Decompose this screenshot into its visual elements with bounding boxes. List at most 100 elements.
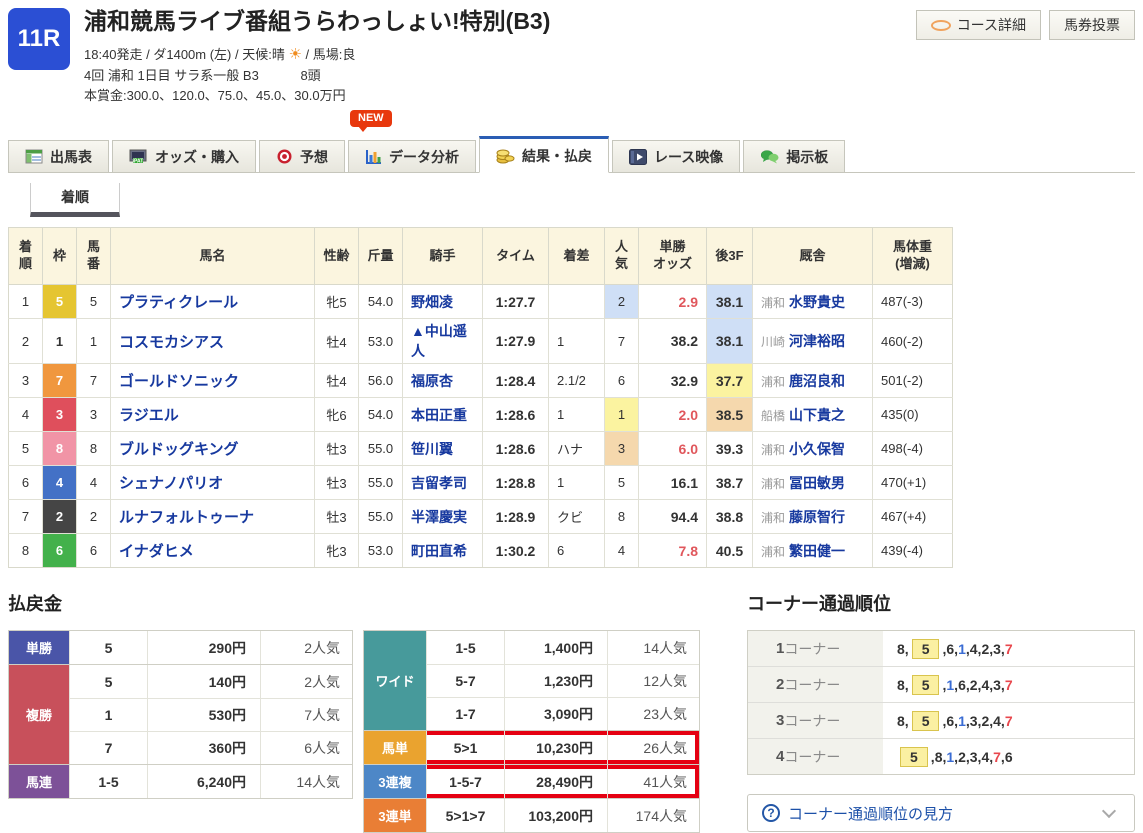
payout-group: 単勝5290円2人気 — [9, 631, 352, 664]
tab-label: データ分析 — [389, 147, 459, 167]
horse-name-link[interactable]: ラジエル — [119, 407, 179, 424]
finish-position: 8 — [9, 534, 43, 568]
margin: クビ — [549, 500, 605, 534]
horse-number: 5 — [77, 285, 111, 319]
corner-horse-number: 2 — [970, 677, 978, 693]
tab-entries[interactable]: 出馬表 — [8, 140, 109, 173]
corner-horse-number: 2 — [958, 749, 966, 765]
finish-time: 1:28.4 — [483, 364, 549, 398]
finish-time: 1:30.2 — [483, 534, 549, 568]
tab-odds-purchase[interactable]: iPATオッズ・購入 — [112, 140, 256, 173]
column-header: 着差 — [549, 228, 605, 285]
subtab-finish-order[interactable]: 着順 — [30, 183, 120, 217]
horse-name-link[interactable]: シェナノパリオ — [119, 475, 223, 492]
popularity: 5 — [605, 466, 639, 500]
column-header: 人 気 — [605, 228, 639, 285]
trainer-link[interactable]: 繁田健一 — [789, 543, 845, 559]
finish-position: 1 — [9, 285, 43, 319]
corner-horse-number: 8 — [897, 641, 905, 657]
jockey-link[interactable]: 吉留孝司 — [411, 475, 467, 491]
horse-weight: 470(+1) — [873, 466, 953, 500]
column-header: 厩舎 — [753, 228, 873, 285]
payout-popularity: 14人気 — [260, 765, 352, 798]
payout-amount: 6,240円 — [147, 765, 260, 798]
payout-popularity: 174人気 — [607, 799, 699, 832]
payout-popularity: 2人気 — [260, 665, 352, 698]
corner-row: 1コーナー8,5,6,1,4,2,3,7 — [748, 631, 1134, 666]
tab-prediction[interactable]: 予想 — [259, 140, 345, 173]
popularity: 3 — [605, 432, 639, 466]
trainer-link[interactable]: 冨田敏男 — [789, 475, 845, 491]
column-header: 馬 番 — [77, 228, 111, 285]
last-3f: 38.1 — [707, 285, 753, 319]
payout-amount: 10,230円 — [504, 731, 607, 764]
bet-type-label: 複勝 — [9, 665, 69, 764]
column-header: 枠 — [43, 228, 77, 285]
frame-number: 7 — [43, 364, 77, 398]
horse-name-link[interactable]: ルナフォルトゥーナ — [119, 509, 254, 526]
sex-age: 牡3 — [315, 432, 359, 466]
new-badge: NEW — [350, 110, 392, 127]
trainer-link[interactable]: 河津裕昭 — [789, 333, 845, 349]
finish-position: 3 — [9, 364, 43, 398]
jockey-link[interactable]: 半澤慶実 — [411, 509, 467, 525]
payout-section: 払戻金 単勝5290円2人気複勝5140円2人気1530円7人気7360円6人気… — [8, 590, 708, 833]
jockey-cell: 町田直希 — [403, 534, 483, 568]
jockey-link[interactable]: ▲中山遥人 — [411, 323, 467, 359]
bet-type-label: 3連複 — [364, 765, 426, 798]
horse-number: 2 — [77, 500, 111, 534]
results-table-header: 着 順枠馬 番馬名性齢斤量騎手タイム着差人 気単勝 オッズ後3F厩舎馬体重 (増… — [9, 228, 953, 285]
horse-name-cell: コスモカシアス — [111, 319, 315, 364]
tab-board[interactable]: 掲示板 — [743, 140, 845, 173]
tab-results-payout[interactable]: 結果・払戻 — [479, 136, 609, 173]
trainer-link[interactable]: 小久保智 — [789, 441, 845, 457]
corner-label: 4コーナー — [748, 739, 883, 774]
tab-race-video[interactable]: レース映像 — [612, 140, 740, 173]
stable-location: 浦和 — [761, 477, 785, 491]
horse-name-link[interactable]: コスモカシアス — [119, 334, 224, 351]
result-row: 644シェナノパリオ牡355.0吉留孝司1:28.81516.138.7浦和冨田… — [9, 466, 953, 500]
stable-cell: 川崎河津裕昭 — [753, 319, 873, 364]
payout-row: 5-71,230円12人気 — [426, 664, 699, 697]
corner-row: 3コーナー8,5,6,1,3,2,4,7 — [748, 702, 1134, 738]
horse-name-link[interactable]: ブルドッグキング — [119, 441, 239, 458]
corner-help-bar[interactable]: ? コーナー通過順位の見方 — [747, 794, 1135, 832]
sex-age: 牝3 — [315, 534, 359, 568]
carried-weight: 55.0 — [359, 466, 403, 500]
horse-number: 7 — [77, 364, 111, 398]
course-detail-button[interactable]: コース詳細 — [916, 10, 1041, 40]
payout-row: 1-73,090円23人気 — [426, 697, 699, 730]
corner-horse-number: 6 — [958, 677, 966, 693]
tab-data-analysis[interactable]: データ分析 — [348, 140, 476, 173]
trainer-link[interactable]: 山下貴之 — [789, 407, 845, 423]
frame-number: 2 — [43, 500, 77, 534]
coins-icon — [496, 147, 515, 164]
jockey-link[interactable]: 福原杏 — [411, 373, 453, 389]
payout-combination: 7 — [69, 732, 147, 764]
finish-time: 1:28.9 — [483, 500, 549, 534]
race-result-page: 11R 浦和競馬ライブ番組うらわっしょい!特別(B3) 18:40発走 / ダ1… — [0, 0, 1143, 802]
stable-location: 浦和 — [761, 443, 785, 457]
jockey-link[interactable]: 町田直希 — [411, 543, 467, 559]
trainer-link[interactable]: 水野貴史 — [789, 294, 845, 310]
last-3f: 38.1 — [707, 319, 753, 364]
carried-weight: 53.0 — [359, 319, 403, 364]
trainer-link[interactable]: 藤原智行 — [789, 509, 845, 525]
payout-popularity: 23人気 — [607, 698, 699, 730]
trainer-link[interactable]: 鹿沼良和 — [789, 373, 845, 389]
corner-order-sequence: 8,5,6,1,4,2,3,7 — [883, 631, 1134, 666]
horse-name-link[interactable]: イナダヒメ — [119, 543, 194, 560]
jockey-link[interactable]: 笹川翼 — [411, 441, 453, 457]
corner-row: 4コーナー5,8,1,2,3,4,7,6 — [748, 738, 1134, 774]
jockey-link[interactable]: 野畑凌 — [411, 294, 453, 310]
race-class-line: 4回 浦和 1日目 サラ系一般 B3 8頭 — [84, 66, 916, 86]
result-row: 588ブルドッグキング牡355.0笹川翼1:28.6ハナ36.039.3浦和小久… — [9, 432, 953, 466]
popularity: 4 — [605, 534, 639, 568]
horse-name-link[interactable]: プラティクレール — [119, 294, 238, 311]
result-row: 377ゴールドソニック牡456.0福原杏1:28.42.1/2632.937.7… — [9, 364, 953, 398]
bet-voting-button[interactable]: 馬券投票 — [1049, 10, 1135, 40]
stable-cell: 浦和水野貴史 — [753, 285, 873, 319]
carried-weight: 55.0 — [359, 500, 403, 534]
jockey-link[interactable]: 本田正重 — [411, 407, 467, 423]
horse-name-link[interactable]: ゴールドソニック — [119, 373, 239, 390]
